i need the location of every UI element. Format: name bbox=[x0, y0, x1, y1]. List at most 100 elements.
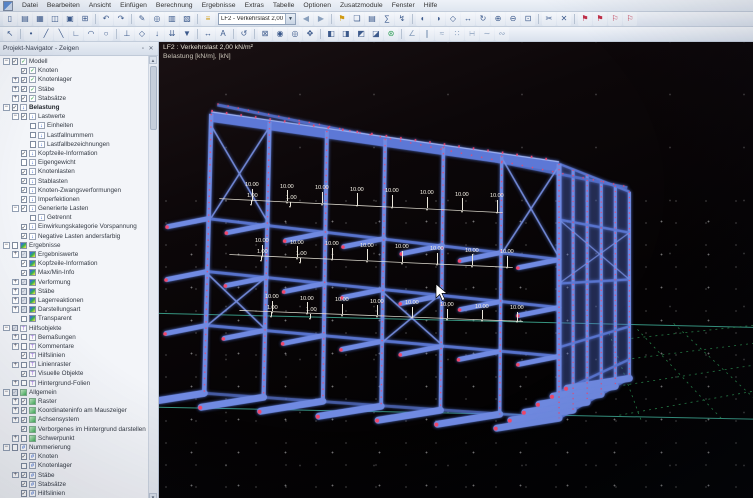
expander-icon[interactable]: + bbox=[12, 362, 19, 369]
edit-icon[interactable]: ✎ bbox=[135, 12, 149, 26]
view-y-icon[interactable]: ◨ bbox=[339, 27, 353, 41]
tree-item-kopfzeile-information[interactable]: Kopfzeile-Information bbox=[0, 259, 148, 268]
calculate-icon[interactable]: ∑ bbox=[380, 12, 394, 26]
expander-icon[interactable]: + bbox=[12, 417, 19, 424]
view-z-icon[interactable]: ◩ bbox=[354, 27, 368, 41]
member-icon[interactable]: ╲ bbox=[54, 27, 68, 41]
expander-icon[interactable]: + bbox=[12, 306, 19, 313]
menu-einf-gen[interactable]: Einfügen bbox=[116, 1, 151, 10]
print-icon[interactable]: ▣ bbox=[63, 12, 77, 26]
angle-snap-icon[interactable]: ∺ bbox=[465, 27, 479, 41]
close-icon[interactable]: ✕ bbox=[147, 45, 155, 53]
visibility-checkbox[interactable] bbox=[21, 417, 28, 424]
tree-item-kopfzeile-information[interactable]: ↓Kopfzeile-Information bbox=[0, 149, 148, 158]
visibility-checkbox[interactable] bbox=[12, 444, 19, 451]
visibility-checkbox[interactable] bbox=[21, 224, 28, 231]
menu-optionen[interactable]: Optionen bbox=[299, 1, 335, 10]
tree-item-ergebnisse[interactable]: −Ergebnisse bbox=[0, 241, 148, 250]
member-load-icon[interactable]: ⇊ bbox=[165, 27, 179, 41]
tree-item-modell[interactable]: −✓Modell bbox=[0, 57, 148, 66]
undo-icon[interactable]: ↶ bbox=[99, 12, 113, 26]
visibility-checkbox[interactable] bbox=[21, 205, 28, 212]
shadow-icon[interactable]: ◑ bbox=[431, 12, 445, 26]
tree-item-nummerierung[interactable]: −#Nummerierung bbox=[0, 443, 148, 452]
expander-icon[interactable]: + bbox=[12, 334, 19, 341]
support-icon[interactable]: ⊥ bbox=[120, 27, 134, 41]
tree-item-knoten[interactable]: #Knoten bbox=[0, 452, 148, 461]
visibility-checkbox[interactable] bbox=[21, 279, 28, 286]
expander-icon[interactable]: + bbox=[12, 86, 19, 93]
visibility-checkbox[interactable] bbox=[21, 316, 28, 323]
zoom-icon[interactable]: ◎ bbox=[150, 12, 164, 26]
zoom-in-icon[interactable]: ⊕ bbox=[491, 12, 505, 26]
tree-item-belastung[interactable]: −↓Belastung bbox=[0, 103, 148, 112]
guide-snap-icon[interactable]: ∷ bbox=[450, 27, 464, 41]
tree-item-lastfallbezeichnungen[interactable]: ↓Lastfallbezeichnungen bbox=[0, 140, 148, 149]
tree-scrollbar[interactable]: ▲ ▼ bbox=[148, 56, 158, 498]
tree-item-transparent[interactable]: Transparent bbox=[0, 314, 148, 323]
refresh-icon[interactable]: ↺ bbox=[237, 27, 251, 41]
visibility-checkbox[interactable] bbox=[21, 233, 28, 240]
tree-item-st-be[interactable]: +✓Stäbe bbox=[0, 85, 148, 94]
viewport-3d[interactable]: LF2 : Verkehrslast 2,00 kN/m² Belastung … bbox=[159, 42, 753, 498]
results-icon[interactable]: ↯ bbox=[395, 12, 409, 26]
menu-extras[interactable]: Extras bbox=[241, 1, 268, 10]
tree-item-negative-lasten-andersfarbig[interactable]: ↓Negative Lasten andersfarbig bbox=[0, 232, 148, 241]
flag-y-icon[interactable]: ⚐ bbox=[623, 12, 637, 26]
pin-icon[interactable]: ▫ bbox=[139, 45, 147, 53]
tree-item-knoten[interactable]: ✓Knoten bbox=[0, 66, 148, 75]
grid-snap-icon[interactable]: ∥ bbox=[420, 27, 434, 41]
zoom-out-icon[interactable]: ⊖ bbox=[506, 12, 520, 26]
expander-icon[interactable]: + bbox=[12, 435, 19, 442]
visibility-checkbox[interactable] bbox=[21, 260, 28, 267]
visibility-checkbox[interactable] bbox=[21, 251, 28, 258]
expander-icon[interactable]: + bbox=[12, 343, 19, 350]
visibility-checkbox[interactable] bbox=[21, 380, 28, 387]
visibility-checkbox[interactable] bbox=[21, 343, 28, 350]
tree-item-einheiten[interactable]: ↓Einheiten bbox=[0, 121, 148, 130]
expander-icon[interactable]: + bbox=[12, 251, 19, 258]
expander-icon[interactable]: − bbox=[3, 104, 10, 111]
tree-item-knotenlager[interactable]: +✓Knotenlager bbox=[0, 75, 148, 84]
expander-icon[interactable]: − bbox=[3, 242, 10, 249]
loadcase-next-icon[interactable]: ▶ bbox=[314, 12, 328, 26]
tree-item-bema-ungen[interactable]: +⊤Bemaßungen bbox=[0, 333, 148, 342]
tree-item-linienraster[interactable]: +⊤Linienraster bbox=[0, 360, 148, 369]
expander-icon[interactable]: − bbox=[12, 113, 19, 120]
tree-item-stablasten[interactable]: ↓Stablasten bbox=[0, 176, 148, 185]
visibility-checkbox[interactable] bbox=[21, 187, 28, 194]
expander-icon[interactable]: + bbox=[12, 297, 19, 304]
free-snap-icon[interactable]: ∼ bbox=[480, 27, 494, 41]
copy-icon[interactable]: ⊞ bbox=[78, 12, 92, 26]
tree-item-imperfektionen[interactable]: ↓Imperfektionen bbox=[0, 195, 148, 204]
tree-item-st-be[interactable]: +Stäbe bbox=[0, 287, 148, 296]
menu-hilfe[interactable]: Hilfe bbox=[420, 1, 442, 10]
visibility-checkbox[interactable] bbox=[21, 463, 28, 470]
menu-tabelle[interactable]: Tabelle bbox=[269, 1, 299, 10]
visibility-checkbox[interactable] bbox=[21, 86, 28, 93]
menu-datei[interactable]: Datei bbox=[18, 1, 42, 10]
visibility-checkbox[interactable] bbox=[30, 215, 37, 222]
hinge-icon[interactable]: ◇ bbox=[135, 27, 149, 41]
visibility-checkbox[interactable] bbox=[21, 270, 28, 277]
redo-icon[interactable]: ↷ bbox=[114, 12, 128, 26]
expander-icon[interactable]: + bbox=[12, 77, 19, 84]
scrollbar-thumb[interactable] bbox=[150, 66, 157, 130]
menu-ergebnisse[interactable]: Ergebnisse bbox=[198, 1, 240, 10]
expander-icon[interactable]: + bbox=[12, 380, 19, 387]
tree-item-knoten-zwangsverformungen[interactable]: ↓Knoten-Zwangsverformungen bbox=[0, 186, 148, 195]
tree-item-hilfslinien[interactable]: #Hilfslinien bbox=[0, 489, 148, 498]
visibility-checkbox[interactable] bbox=[30, 123, 37, 130]
visibility-checkbox[interactable] bbox=[21, 352, 28, 359]
visibility-checkbox[interactable] bbox=[21, 435, 28, 442]
visibility-checkbox[interactable] bbox=[30, 141, 37, 148]
select-icon[interactable]: ↖ bbox=[3, 27, 17, 41]
text-icon[interactable]: A bbox=[216, 27, 230, 41]
flag-x-icon[interactable]: ⚐ bbox=[608, 12, 622, 26]
loadcase-combo[interactable]: LF2 - Verkehrslast 2,00 kN ▼ bbox=[218, 13, 296, 25]
window-icon[interactable]: ▧ bbox=[180, 12, 194, 26]
visibility-checkbox[interactable] bbox=[21, 68, 28, 75]
chevron-down-icon[interactable]: ▼ bbox=[285, 14, 295, 24]
visibility-checkbox[interactable] bbox=[12, 325, 19, 332]
pin-view2-icon[interactable]: ⚑ bbox=[593, 12, 607, 26]
